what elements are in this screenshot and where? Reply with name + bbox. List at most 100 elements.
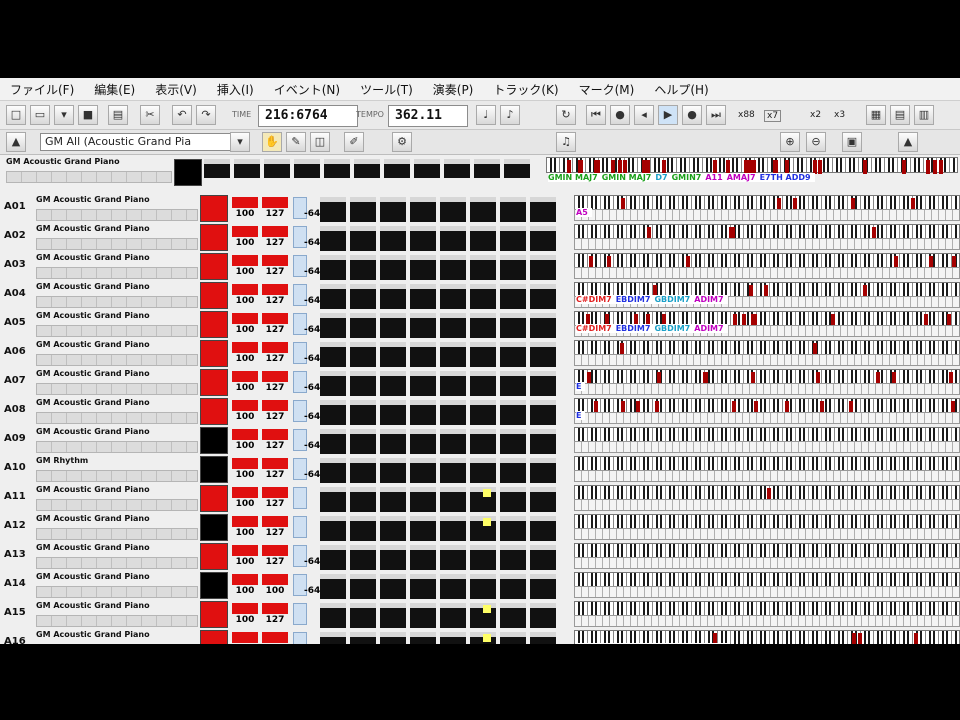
track-mute-solo-bar[interactable] (36, 325, 198, 337)
track-row[interactable]: A09 GM Acoustic Grand Piano 100 127 -64 (0, 425, 960, 456)
track-lower-keyboard[interactable] (574, 470, 960, 482)
track-row[interactable]: A04 GM Acoustic Grand Piano 100 127 -64 C#DIM… (0, 280, 960, 311)
track-vol-meter[interactable] (232, 284, 258, 295)
master-keyboard[interactable] (546, 157, 958, 174)
track-controller-slot[interactable] (350, 516, 376, 543)
track-vol-meter[interactable] (232, 400, 258, 411)
track-controller-slot[interactable] (500, 458, 526, 485)
track-controller-slot[interactable] (380, 429, 406, 456)
track-exp-meter[interactable] (262, 574, 288, 585)
track-controller-slot[interactable] (530, 284, 556, 311)
track-vol-meter[interactable] (232, 516, 258, 527)
track-mute-solo-bar[interactable] (36, 499, 198, 511)
track-mute-solo-bar[interactable] (36, 383, 198, 395)
track-exp-meter[interactable] (262, 226, 288, 237)
track-controller-slot[interactable] (530, 226, 556, 253)
quantize-icon[interactable]: ♫ (556, 132, 576, 152)
track-exp-meter[interactable] (262, 400, 288, 411)
track-controller-slot[interactable] (380, 371, 406, 398)
track-controller-slot[interactable] (410, 429, 436, 456)
zoom-x2[interactable]: x2 (810, 110, 821, 120)
track-controller-slot[interactable] (380, 632, 406, 644)
track-instrument[interactable]: GM Acoustic Grand Piano (36, 398, 150, 407)
track-exp-meter[interactable] (262, 603, 288, 614)
track-controller-slot[interactable] (320, 429, 346, 456)
track-controller-slot[interactable] (470, 197, 496, 224)
cut-icon[interactable]: ✂ (140, 105, 160, 125)
track-controller-slot[interactable] (410, 487, 436, 514)
track-controller-slot[interactable] (410, 458, 436, 485)
track-controller-slot[interactable] (320, 516, 346, 543)
track-controller-slot[interactable] (410, 255, 436, 282)
track-row[interactable]: A01 GM Acoustic Grand Piano 100 127 -64 A5 (0, 193, 960, 224)
track-controller-slot[interactable] (470, 313, 496, 340)
triangle-icon[interactable]: ▲ (898, 132, 918, 152)
track-vol-meter[interactable] (232, 226, 258, 237)
track-row[interactable]: A06 GM Acoustic Grand Piano 100 127 -64 (0, 338, 960, 369)
track-exp-meter[interactable] (262, 197, 288, 208)
track-row[interactable]: A11 GM Acoustic Grand Piano 100 127 (0, 483, 960, 514)
track-controller-slot[interactable] (530, 632, 556, 644)
track-controller-slot[interactable] (380, 313, 406, 340)
master-control-7[interactable] (414, 159, 440, 178)
track-controller-slot[interactable] (500, 487, 526, 514)
track-vol-meter[interactable] (232, 603, 258, 614)
track-controller-slot[interactable] (500, 603, 526, 630)
track-controller-slot[interactable] (470, 342, 496, 369)
track-controller-slot[interactable] (410, 342, 436, 369)
track-pan-knob[interactable] (293, 632, 307, 644)
track-exp-meter[interactable] (262, 284, 288, 295)
track-row[interactable]: A12 GM Acoustic Grand Piano 100 127 (0, 512, 960, 543)
track-controller-slot[interactable] (530, 429, 556, 456)
track-controller-slot[interactable] (440, 255, 466, 282)
track-controller-slot[interactable] (440, 400, 466, 427)
menu-item-8[interactable]: マーク(M) (569, 81, 645, 98)
track-controller-slot[interactable] (410, 632, 436, 644)
track-controller-slot[interactable] (500, 400, 526, 427)
track-controller-slot[interactable] (320, 632, 346, 644)
track-controller-slot[interactable] (350, 400, 376, 427)
save-icon[interactable]: ■ (78, 105, 98, 125)
open-folder-icon[interactable]: ▭ (30, 105, 50, 125)
track-lower-keyboard[interactable] (574, 499, 960, 511)
menu-item-5[interactable]: ツール(T) (350, 81, 423, 98)
tempo-display[interactable]: 362.11 (388, 105, 468, 127)
zoom-x3[interactable]: x3 (834, 110, 845, 120)
track-vol-meter[interactable] (232, 632, 258, 643)
track-mute-solo-bar[interactable] (36, 354, 198, 366)
print-icon[interactable]: ▤ (108, 105, 128, 125)
track-vol-meter[interactable] (232, 458, 258, 469)
track-instrument[interactable]: GM Acoustic Grand Piano (36, 253, 150, 262)
master-control-2[interactable] (264, 159, 290, 178)
track-controller-slot[interactable] (440, 284, 466, 311)
menu-item-1[interactable]: 編集(E) (84, 81, 145, 98)
track-controller-slot[interactable] (440, 226, 466, 253)
track-controller-slot[interactable] (380, 603, 406, 630)
track-controller-slot[interactable] (350, 284, 376, 311)
track-vol-meter[interactable] (232, 255, 258, 266)
track-vol-meter[interactable] (232, 429, 258, 440)
track-controller-slot[interactable] (320, 197, 346, 224)
track-controller-slot[interactable] (320, 458, 346, 485)
track-row[interactable]: A07 GM Acoustic Grand Piano 100 127 -64 E (0, 367, 960, 398)
track-lower-keyboard[interactable] (574, 586, 960, 598)
track-controller-slot[interactable] (410, 284, 436, 311)
track-controller-slot[interactable] (440, 603, 466, 630)
track-controller-slot[interactable] (530, 197, 556, 224)
track-instrument[interactable]: GM Acoustic Grand Piano (36, 369, 150, 378)
eraser-icon[interactable]: ◫ (310, 132, 330, 152)
new-file-icon[interactable]: □ (6, 105, 26, 125)
track-controller-slot[interactable] (350, 632, 376, 644)
track-lower-keyboard[interactable] (574, 267, 960, 279)
track-controller-slot[interactable] (380, 400, 406, 427)
track-controller-slot[interactable] (320, 284, 346, 311)
redo-icon[interactable]: ↷ (196, 105, 216, 125)
track-pan-knob[interactable] (293, 603, 307, 625)
menu-item-7[interactable]: トラック(K) (483, 81, 568, 98)
track-controller-slot[interactable] (500, 429, 526, 456)
track-controller-slot[interactable] (350, 197, 376, 224)
track-controller-slot[interactable] (440, 429, 466, 456)
pencil-icon[interactable]: ✎ (286, 132, 306, 152)
zoom-out-icon[interactable]: ⊖ (806, 132, 826, 152)
track-row[interactable]: A08 GM Acoustic Grand Piano 100 127 -64 E (0, 396, 960, 427)
